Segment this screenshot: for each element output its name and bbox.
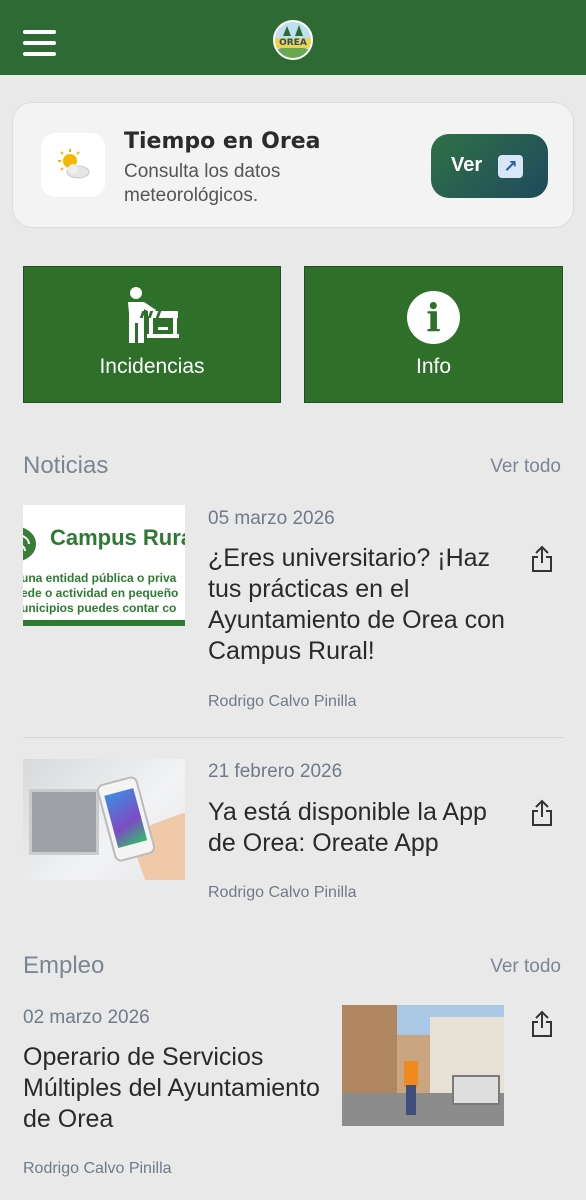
job-author: Rodrigo Calvo Pinilla bbox=[23, 1160, 172, 1177]
weather-view-button[interactable]: Ver ↗ bbox=[431, 134, 548, 198]
menu-icon[interactable] bbox=[23, 30, 56, 56]
weather-title: Tiempo en Orea bbox=[124, 129, 321, 154]
thumb-heading: Campus Rura bbox=[50, 525, 185, 550]
news-thumbnail-app[interactable] bbox=[23, 759, 185, 880]
news-title[interactable]: ¿Eres universitario? ¡Haz tus prácticas … bbox=[208, 543, 508, 667]
campus-rural-logo-icon bbox=[23, 527, 36, 561]
news-thumbnail-campus-rural[interactable]: Campus Rura una entidad pública o priva … bbox=[23, 505, 185, 626]
jobs-section-title: Empleo bbox=[23, 952, 105, 979]
news-author: Rodrigo Calvo Pinilla bbox=[208, 693, 357, 710]
worker-barrier-icon bbox=[128, 287, 179, 343]
share-icon[interactable] bbox=[530, 799, 554, 827]
news-section-title: Noticias bbox=[23, 452, 109, 479]
logo-text: OREA bbox=[275, 38, 311, 48]
job-thumbnail[interactable] bbox=[342, 1005, 504, 1126]
incidents-tile[interactable]: Incidencias bbox=[23, 266, 281, 403]
news-see-all-link[interactable]: Ver todo bbox=[490, 456, 561, 478]
external-link-icon: ↗ bbox=[498, 155, 523, 178]
weather-view-label: Ver bbox=[451, 154, 483, 176]
news-title[interactable]: Ya está disponible la App de Orea: Oreat… bbox=[208, 797, 508, 859]
news-date: 21 febrero 2026 bbox=[208, 761, 343, 782]
job-title[interactable]: Operario de Servicios Múltiples del Ayun… bbox=[23, 1042, 323, 1135]
news-author: Rodrigo Calvo Pinilla bbox=[208, 884, 357, 901]
thumb-line: unicipios puedes contar co bbox=[23, 601, 177, 615]
sun-cloud-icon bbox=[58, 149, 90, 179]
thumb-line: ede o actividad en pequeño bbox=[23, 586, 179, 600]
top-app-bar: OREA bbox=[0, 0, 586, 75]
info-label: Info bbox=[415, 355, 452, 378]
info-tile[interactable]: i Info bbox=[304, 266, 563, 403]
job-date: 02 marzo 2026 bbox=[23, 1007, 150, 1028]
weather-subtitle: Consulta los datos meteorológicos. bbox=[124, 161, 281, 206]
orea-logo[interactable]: OREA bbox=[273, 20, 313, 60]
info-icon: i bbox=[407, 291, 460, 344]
thumb-line: una entidad pública o priva bbox=[23, 571, 177, 585]
weather-icon-box bbox=[41, 133, 105, 197]
incidents-label: Incidencias bbox=[99, 355, 205, 378]
share-icon[interactable] bbox=[530, 545, 554, 573]
weather-card: Tiempo en Orea Consulta los datos meteor… bbox=[12, 102, 574, 228]
news-date: 05 marzo 2026 bbox=[208, 508, 335, 529]
share-icon[interactable] bbox=[530, 1010, 554, 1038]
news-divider bbox=[23, 737, 563, 738]
jobs-see-all-link[interactable]: Ver todo bbox=[490, 956, 561, 978]
